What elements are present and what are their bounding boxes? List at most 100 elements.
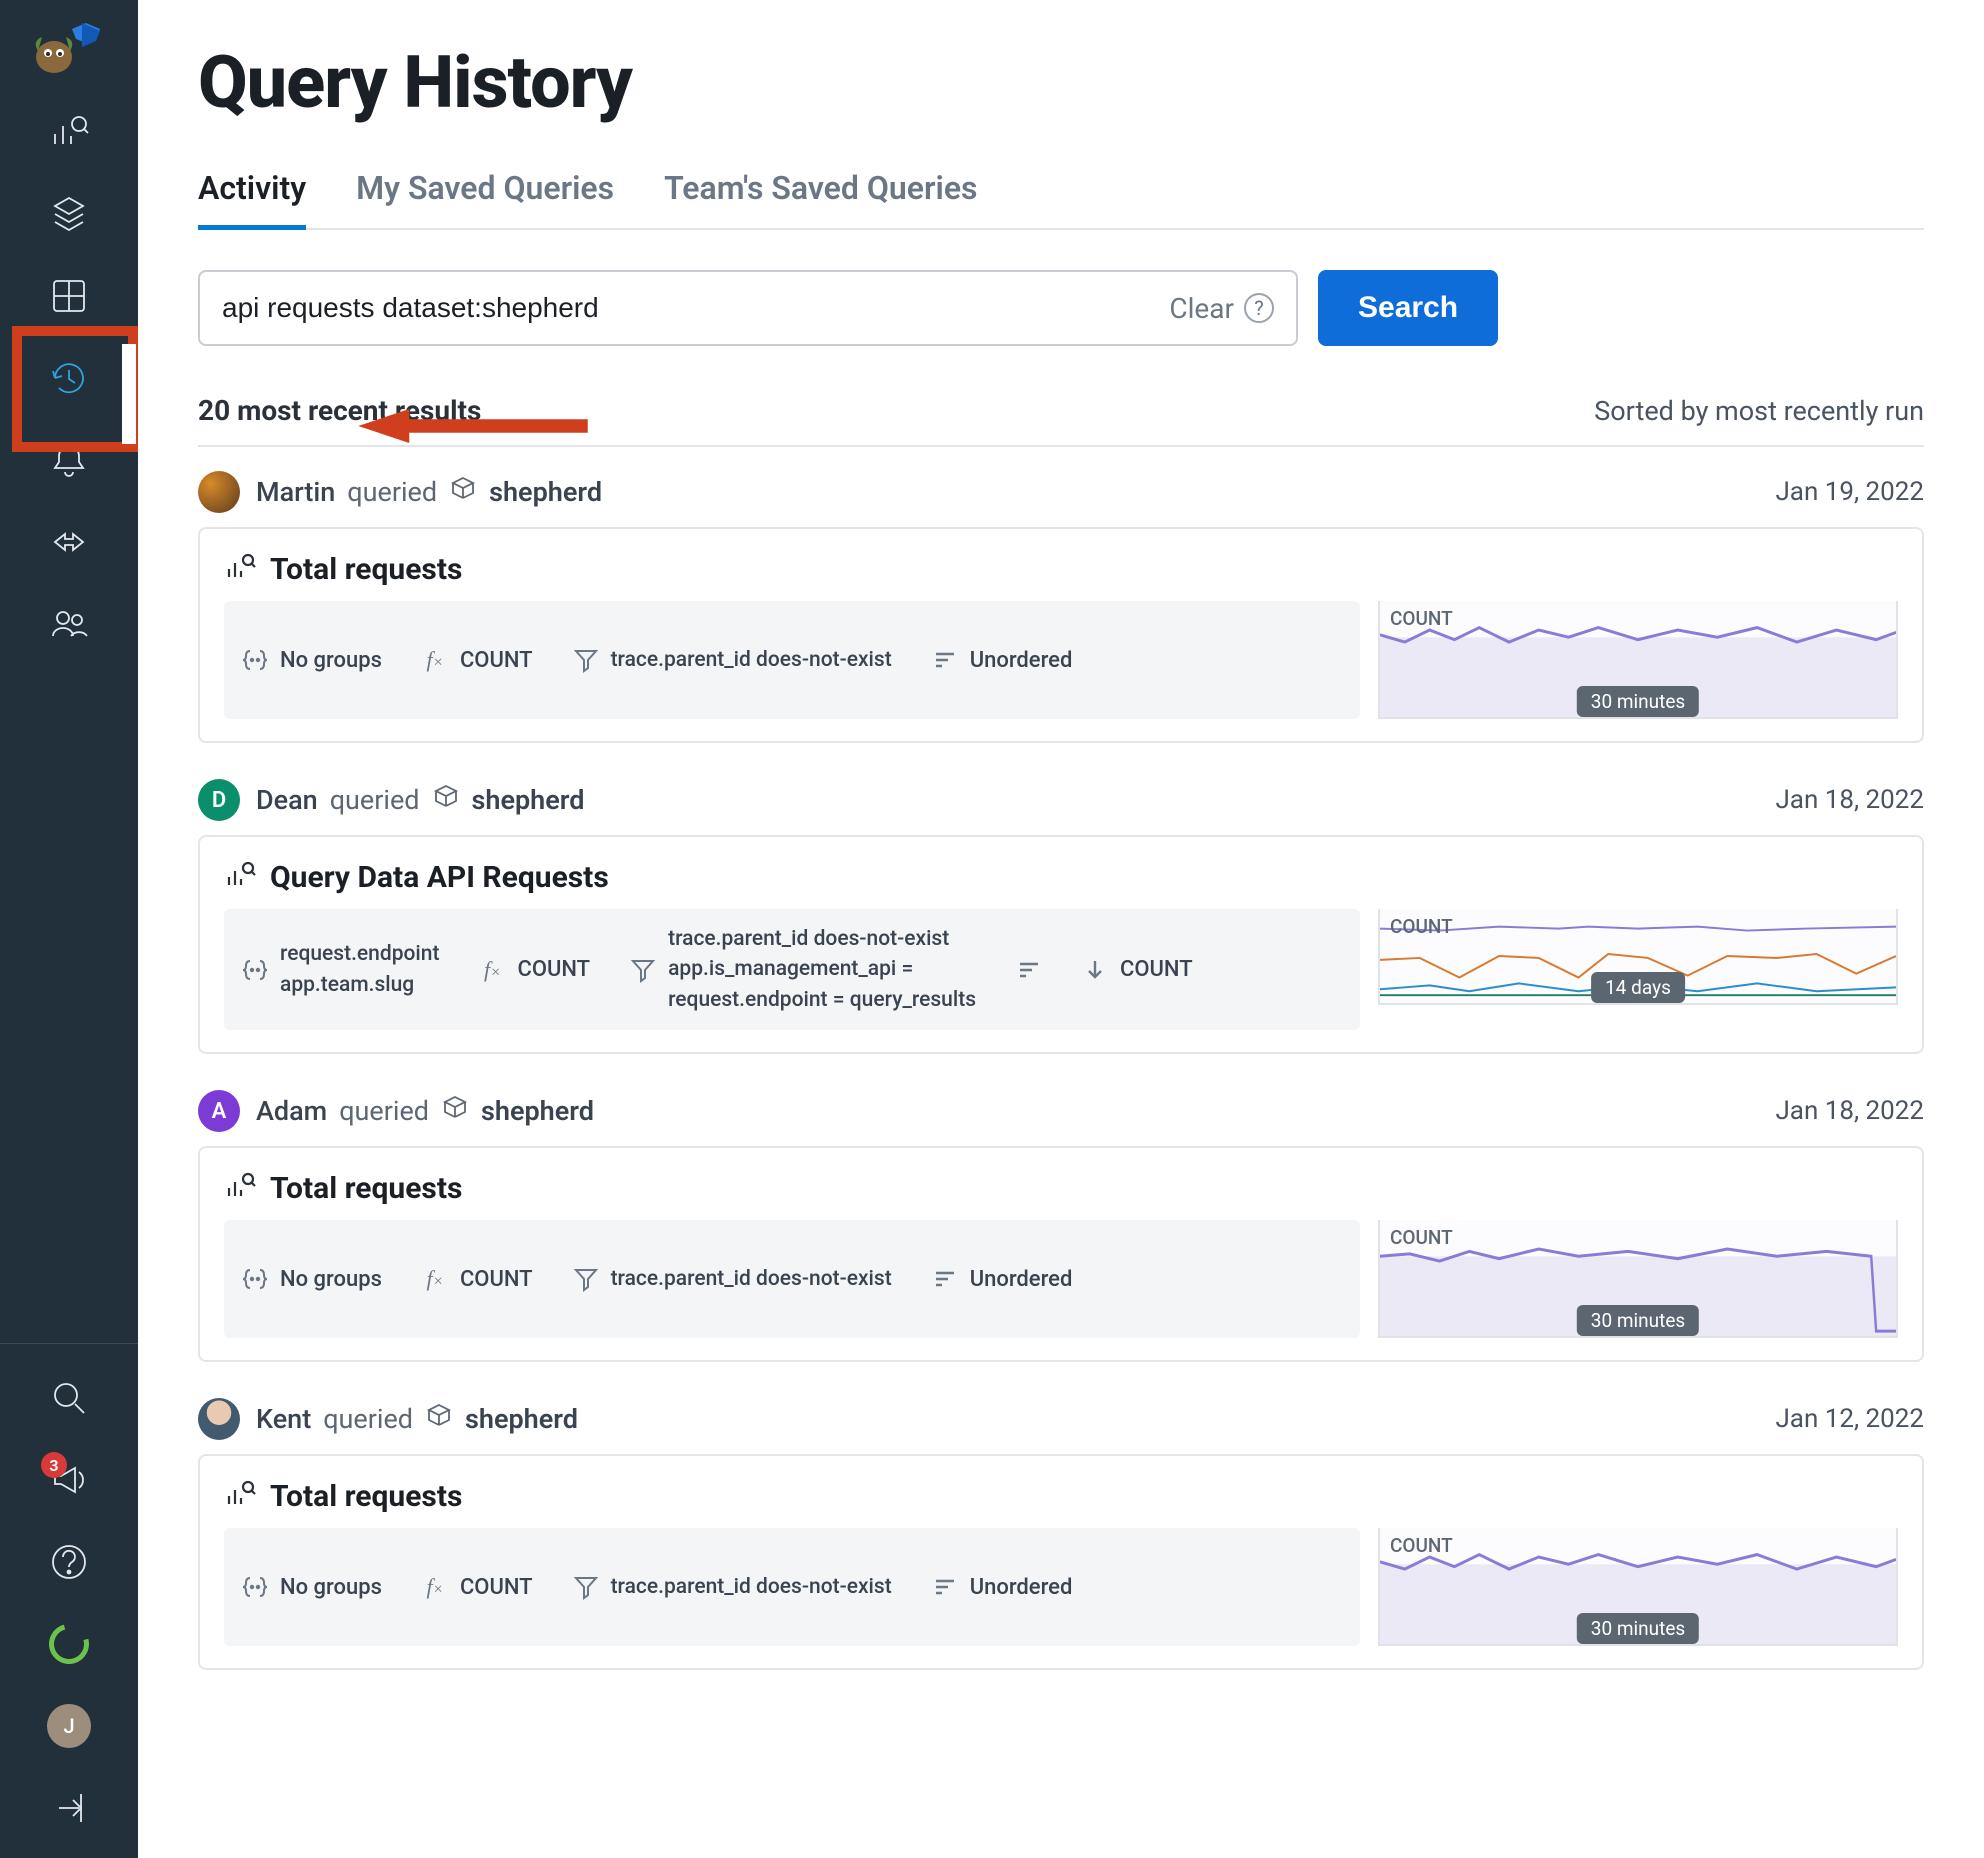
user-avatar[interactable] [198,471,240,513]
time-badge: 14 days [1591,972,1685,1003]
nav-boards-icon[interactable] [47,274,91,318]
group-field: app.team.slug [280,971,439,999]
user-avatar[interactable]: A [198,1090,240,1132]
query-chips: No groupsf×COUNTtrace.parent_id does-not… [224,1528,1360,1646]
filter-expr: request.endpoint = query_results [668,986,976,1014]
user-name: Kent [256,1403,311,1435]
nav-team-icon[interactable] [47,602,91,646]
search-input[interactable] [222,292,1169,324]
query-date: Jan 12, 2022 [1775,1404,1924,1434]
nav-help-icon[interactable] [47,1540,91,1584]
query-date: Jan 19, 2022 [1775,477,1924,507]
user-name: Dean [256,784,318,816]
nav-alerts-icon[interactable] [47,438,91,482]
query-list: Martin queried shepherd Jan 19, 2022 Total r… [198,471,1924,1670]
tab-my-saved[interactable]: My Saved Queries [356,169,614,228]
query-card[interactable]: Total requestsNo groupsf×COUNTtrace.pare… [198,1146,1924,1362]
query-chart[interactable]: COUNT 30 minutes [1378,1528,1898,1646]
clear-button[interactable]: Clear ? [1169,292,1274,325]
order-label: Unordered [970,1267,1073,1292]
filter-expr: trace.parent_id does-not-exist [668,925,976,953]
user-avatar[interactable]: D [198,779,240,821]
query-chips: request.endpointapp.team.slugf×COUNTtrac… [224,909,1360,1030]
dataset-icon [425,1402,453,1437]
fx-icon: f× [479,957,505,983]
sort-field: COUNT [1120,957,1193,982]
query-title-icon [224,551,256,587]
order-label: Unordered [970,648,1073,673]
query-item[interactable]: D Dean queried shepherd Jan 18, 2022 Query Da… [198,779,1924,1054]
query-item[interactable]: Kent queried shepherd Jan 12, 2022 Total req… [198,1398,1924,1670]
query-chart[interactable]: COUNT 30 minutes [1378,601,1898,719]
braces-icon [242,1266,268,1292]
dataset-name[interactable]: shepherd [481,1095,594,1127]
nav-search-icon[interactable] [47,1376,91,1420]
query-card[interactable]: Total requests No groupsf×COUNTtrace.pare… [198,527,1924,743]
query-item[interactable]: AAdamqueriedshepherdJan 18, 2022Total re… [198,1090,1924,1362]
order-label: Unordered [970,1575,1073,1600]
fx-icon: f× [422,1266,448,1292]
query-chart[interactable]: COUNT30 minutes [1378,1220,1898,1338]
nav-user-avatar[interactable]: J [47,1704,91,1748]
query-title-icon [224,1170,256,1206]
sort-icon [1016,957,1042,983]
nav-datasets-icon[interactable] [47,192,91,236]
braces-icon [242,1574,268,1600]
nav-announcements-icon[interactable]: 3 [47,1458,91,1502]
page-title: Query History [198,40,1924,125]
tab-team-saved[interactable]: Team's Saved Queries [664,169,977,228]
calc-label: COUNT [517,957,590,982]
filter-expr: trace.parent_id does-not-exist [611,646,892,674]
chart-label: COUNT [1390,1226,1453,1249]
filter-icon [573,1266,599,1292]
nav-collapse-icon[interactable] [47,1786,91,1830]
query-date: Jan 18, 2022 [1775,785,1924,815]
query-chips: No groupsf×COUNTtrace.parent_id does-not… [224,1220,1360,1338]
filter-expr: app.is_management_api = [668,955,976,983]
filter-expr: trace.parent_id does-not-exist [611,1265,892,1293]
chart-label: COUNT [1390,1534,1453,1557]
chart-label: COUNT [1390,607,1453,630]
query-card[interactable]: Total requestsNo groupsf×COUNTtrace.pare… [198,1454,1924,1670]
query-title: Total requests [270,552,462,587]
query-title: Query Data API Requests [270,860,609,895]
results-count: 20 most recent results [198,394,481,427]
query-chips: No groupsf×COUNTtrace.parent_id does-not… [224,601,1360,719]
sidebar: 3 J [0,0,138,1858]
action-verb: queried [339,1095,429,1127]
nav-integrations-icon[interactable] [47,520,91,564]
nav-status-icon[interactable] [47,1622,91,1666]
app-logo[interactable] [29,20,109,80]
dataset-icon [449,475,477,510]
calc-label: COUNT [460,1575,533,1600]
help-icon[interactable]: ? [1244,293,1274,323]
dataset-name[interactable]: shepherd [465,1403,578,1435]
nav-history-icon[interactable] [47,356,91,400]
chart-label: COUNT [1390,915,1453,938]
query-item[interactable]: Martin queried shepherd Jan 19, 2022 Total r… [198,471,1924,743]
query-chart[interactable]: COUNT 14 days [1378,909,1898,1005]
search-button[interactable]: Search [1318,270,1498,346]
dataset-name[interactable]: shepherd [489,476,602,508]
main-content: Query History Activity My Saved Queries … [138,0,1984,1858]
filter-expr: trace.parent_id does-not-exist [611,1573,892,1601]
action-verb: queried [323,1403,413,1435]
user-name: Martin [256,476,335,508]
tab-activity[interactable]: Activity [198,169,306,230]
sort-icon [932,1574,958,1600]
user-avatar[interactable] [198,1398,240,1440]
time-badge: 30 minutes [1577,1613,1699,1644]
action-verb: queried [330,784,420,816]
query-title-icon [224,1478,256,1514]
dataset-name[interactable]: shepherd [472,784,585,816]
filter-icon [573,1574,599,1600]
calc-label: COUNT [460,648,533,673]
nav-explore-icon[interactable] [47,110,91,154]
groups-label: No groups [280,1267,382,1292]
action-verb: queried [347,476,437,508]
dataset-icon [441,1094,469,1129]
time-badge: 30 minutes [1577,686,1699,717]
query-card[interactable]: Query Data API Requestsrequest.endpointa… [198,835,1924,1054]
query-title-icon [224,859,256,895]
spinner-icon [42,1617,97,1672]
